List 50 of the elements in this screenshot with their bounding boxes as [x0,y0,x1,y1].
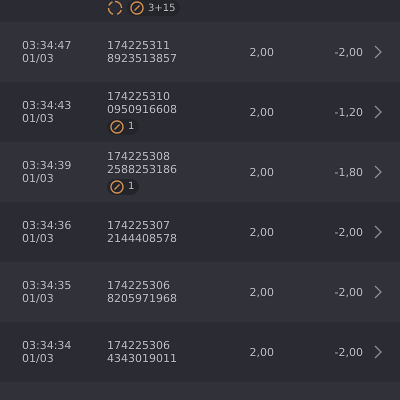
time-text: 03:34:43 [22,99,72,112]
stake-amount: 2,00 [248,346,274,358]
stake-amount: 2,00 [248,106,274,118]
time-text: 03:34:34 [22,339,72,352]
transaction-row[interactable]: 03:34:43 01/03 174225310 0950916608 1 2,00 -1,20 [0,82,400,142]
reference-text: 2144408578 [107,232,178,245]
transaction-row[interactable]: 3+15 [0,0,400,22]
net-amount: -2,00 [334,286,363,298]
chevron-right-icon[interactable] [374,285,382,299]
id-text: 174225311 [107,39,171,52]
chevron-right-icon[interactable] [374,345,382,359]
count-badge: 3+15 [127,0,180,16]
id-text: 174225306 [107,279,171,292]
date-text: 01/03 [22,52,55,65]
spinner-icon [107,0,123,16]
date-text: 01/03 [22,352,55,365]
reference-text: 2588253186 [107,162,178,176]
date-text: 01/03 [22,292,55,305]
id-text: 174225308 [107,150,171,162]
chevron-right-icon[interactable] [374,105,382,119]
reference-text: 8923513857 [107,52,178,65]
transaction-row[interactable]: 03:34:34 01/03 174225306 4343019011 2,00 -2,00 [0,322,400,382]
id-text: 174225310 [107,90,171,102]
net-amount: -2,00 [334,226,363,238]
time-text: 03:34:36 [22,219,72,232]
time-text: 03:34:35 [22,279,72,292]
id-text: 174225307 [107,219,171,232]
transaction-row[interactable]: 03:34:36 01/03 174225307 2144408578 2,00 -2,00 [0,202,400,262]
stake-amount: 2,00 [248,226,274,238]
count-badge: 1 [107,118,140,134]
stake-amount: 2,00 [248,46,274,58]
net-amount: -1,20 [334,106,363,118]
time-text: 03:34:47 [22,39,72,52]
chevron-right-icon[interactable] [374,225,382,239]
id-text: 174225306 [107,339,171,352]
net-amount: -1,80 [334,166,363,178]
stake-amount: 2,00 [248,286,274,298]
reference-text: 0950916608 [107,102,178,116]
reference-text: 4343019011 [107,352,178,365]
date-text: 01/03 [22,172,55,185]
stake-amount: 2,00 [248,166,274,178]
time-text: 03:34:39 [22,159,72,172]
chevron-right-icon[interactable] [374,165,382,179]
net-amount: -2,00 [334,46,363,58]
count-badge: 1 [107,178,140,194]
net-amount: -2,00 [334,346,363,358]
reference-text: 8205971968 [107,292,178,305]
chevron-right-icon[interactable] [374,45,382,59]
date-text: 01/03 [22,232,55,245]
date-text: 01/03 [22,112,55,125]
